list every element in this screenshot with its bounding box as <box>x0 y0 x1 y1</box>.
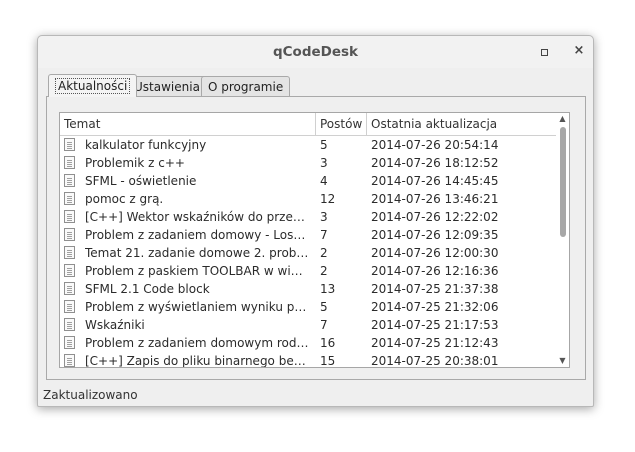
document-icon <box>64 174 76 188</box>
tab-ustawienia[interactable]: Ustawienia <box>127 76 207 96</box>
tab-label: Aktualności <box>55 78 131 94</box>
row-topic: Problem z zadaniem domowy - Losowa… <box>85 228 309 242</box>
document-icon <box>64 138 76 152</box>
table-row[interactable]: kalkulator funkcyjny 5 2014-07-26 20:54:14 <box>60 136 557 154</box>
document-icon <box>64 192 76 206</box>
table-row[interactable]: [C++] Zapis do pliku binarnego bez możl…… <box>60 352 557 368</box>
row-updated: 2014-07-25 21:37:38 <box>371 282 499 296</box>
document-icon <box>64 300 76 314</box>
row-posts: 5 <box>320 300 328 314</box>
row-topic: pomoc z grą. <box>85 192 164 206</box>
table-row[interactable]: Wskaźniki 7 2014-07-25 21:17:53 <box>60 316 557 334</box>
tab-label: O programie <box>208 80 284 94</box>
window-title: qCodeDesk <box>272 44 359 60</box>
tab-label: Ustawienia <box>134 80 200 94</box>
row-topic: Wskaźniki <box>85 318 145 332</box>
column-header-topic[interactable]: Temat <box>60 113 316 135</box>
topics-list[interactable]: Temat Postów Ostatnia aktualizacja kalku… <box>59 112 570 368</box>
table-row[interactable]: pomoc z grą. 12 2014-07-26 13:46:21 <box>60 190 557 208</box>
row-updated: 2014-07-26 12:16:36 <box>371 264 499 278</box>
vertical-scrollbar[interactable]: ▲ ▼ <box>556 113 569 367</box>
table-row[interactable]: Problem z wyświetlaniem wyniku progr… 5 20… <box>60 298 557 316</box>
row-updated: 2014-07-25 21:32:06 <box>371 300 499 314</box>
row-updated: 2014-07-25 21:12:43 <box>371 336 499 350</box>
row-topic: [C++] Zapis do pliku binarnego bez możl… <box>85 354 309 368</box>
list-rows: kalkulator funkcyjny 5 2014-07-26 20:54:14… <box>60 136 557 368</box>
document-icon <box>64 246 76 260</box>
column-header-updated[interactable]: Ostatnia aktualizacja <box>367 113 557 135</box>
row-posts: 3 <box>320 210 328 224</box>
column-header-posts[interactable]: Postów <box>316 113 367 135</box>
row-updated: 2014-07-26 14:45:45 <box>371 174 499 188</box>
tab-aktualnosci[interactable]: Aktualności <box>48 74 138 97</box>
row-updated: 2014-07-25 21:17:53 <box>371 318 499 332</box>
table-row[interactable]: Problem z paskiem TOOLBAR w winapi 2 2014-… <box>60 262 557 280</box>
row-posts: 3 <box>320 156 328 170</box>
row-updated: 2014-07-26 12:09:35 <box>371 228 499 242</box>
row-topic: Problem z wyświetlaniem wyniku progr… <box>85 300 309 314</box>
scroll-up-icon[interactable]: ▲ <box>556 114 569 124</box>
scrollbar-thumb[interactable] <box>560 127 566 237</box>
row-updated: 2014-07-26 12:00:30 <box>371 246 499 260</box>
document-icon <box>64 282 76 296</box>
close-icon[interactable]: × <box>572 42 586 60</box>
tab-o-programie[interactable]: O programie <box>201 76 291 96</box>
row-posts: 5 <box>320 138 328 152</box>
document-icon <box>64 156 76 170</box>
app-window: qCodeDesk × Aktualności Ustawienia O pro… <box>37 35 594 407</box>
row-topic: kalkulator funkcyjny <box>85 138 207 152</box>
row-posts: 12 <box>320 192 336 206</box>
row-topic: [C++] Wektor wskaźników do przesłania… <box>85 210 309 224</box>
row-topic: Problem z paskiem TOOLBAR w winapi <box>85 264 309 278</box>
title-bar[interactable]: qCodeDesk × <box>38 36 593 68</box>
row-updated: 2014-07-26 12:22:02 <box>371 210 499 224</box>
table-row[interactable]: [C++] Wektor wskaźników do przesłania… 3 2… <box>60 208 557 226</box>
row-topic: Temat 21. zadanie domowe 2. problem.… <box>85 246 309 260</box>
document-icon <box>64 264 76 278</box>
document-icon <box>64 336 76 350</box>
table-row[interactable]: Temat 21. zadanie domowe 2. problem.… 2 20… <box>60 244 557 262</box>
row-updated: 2014-07-25 20:38:01 <box>371 354 499 368</box>
row-posts: 2 <box>320 264 328 278</box>
tab-panel: Temat Postów Ostatnia aktualizacja kalku… <box>46 96 586 380</box>
table-row[interactable]: SFML 2.1 Code block 13 2014-07-25 21:37:38 <box>60 280 557 298</box>
status-bar-text: Zaktualizowano <box>43 388 138 402</box>
document-icon <box>64 354 76 367</box>
row-topic: Problemik z c++ <box>85 156 185 170</box>
row-topic: SFML 2.1 Code block <box>85 282 210 296</box>
row-posts: 2 <box>320 246 328 260</box>
document-icon <box>64 228 76 242</box>
maximize-icon[interactable] <box>541 49 548 56</box>
row-posts: 13 <box>320 282 336 296</box>
row-updated: 2014-07-26 13:46:21 <box>371 192 499 206</box>
table-row[interactable]: Problem z zadaniem domowy - Losowa… 7 2014… <box>60 226 557 244</box>
table-row[interactable]: SFML - oświetlenie 4 2014-07-26 14:45:45 <box>60 172 557 190</box>
row-posts: 4 <box>320 174 328 188</box>
row-posts: 15 <box>320 354 336 368</box>
row-updated: 2014-07-26 18:12:52 <box>371 156 499 170</box>
row-posts: 16 <box>320 336 336 350</box>
list-header: Temat Postów Ostatnia aktualizacja <box>60 113 557 136</box>
row-posts: 7 <box>320 228 328 242</box>
table-row[interactable]: Problemik z c++ 3 2014-07-26 18:12:52 <box>60 154 557 172</box>
row-updated: 2014-07-26 20:54:14 <box>371 138 499 152</box>
row-posts: 7 <box>320 318 328 332</box>
scroll-down-icon[interactable]: ▼ <box>556 356 569 366</box>
row-topic: Problem z zadaniem domowym rodział 9 <box>85 336 309 350</box>
document-icon <box>64 318 76 332</box>
document-icon <box>64 210 76 224</box>
table-row[interactable]: Problem z zadaniem domowym rodział 9 16 20… <box>60 334 557 352</box>
row-topic: SFML - oświetlenie <box>85 174 197 188</box>
